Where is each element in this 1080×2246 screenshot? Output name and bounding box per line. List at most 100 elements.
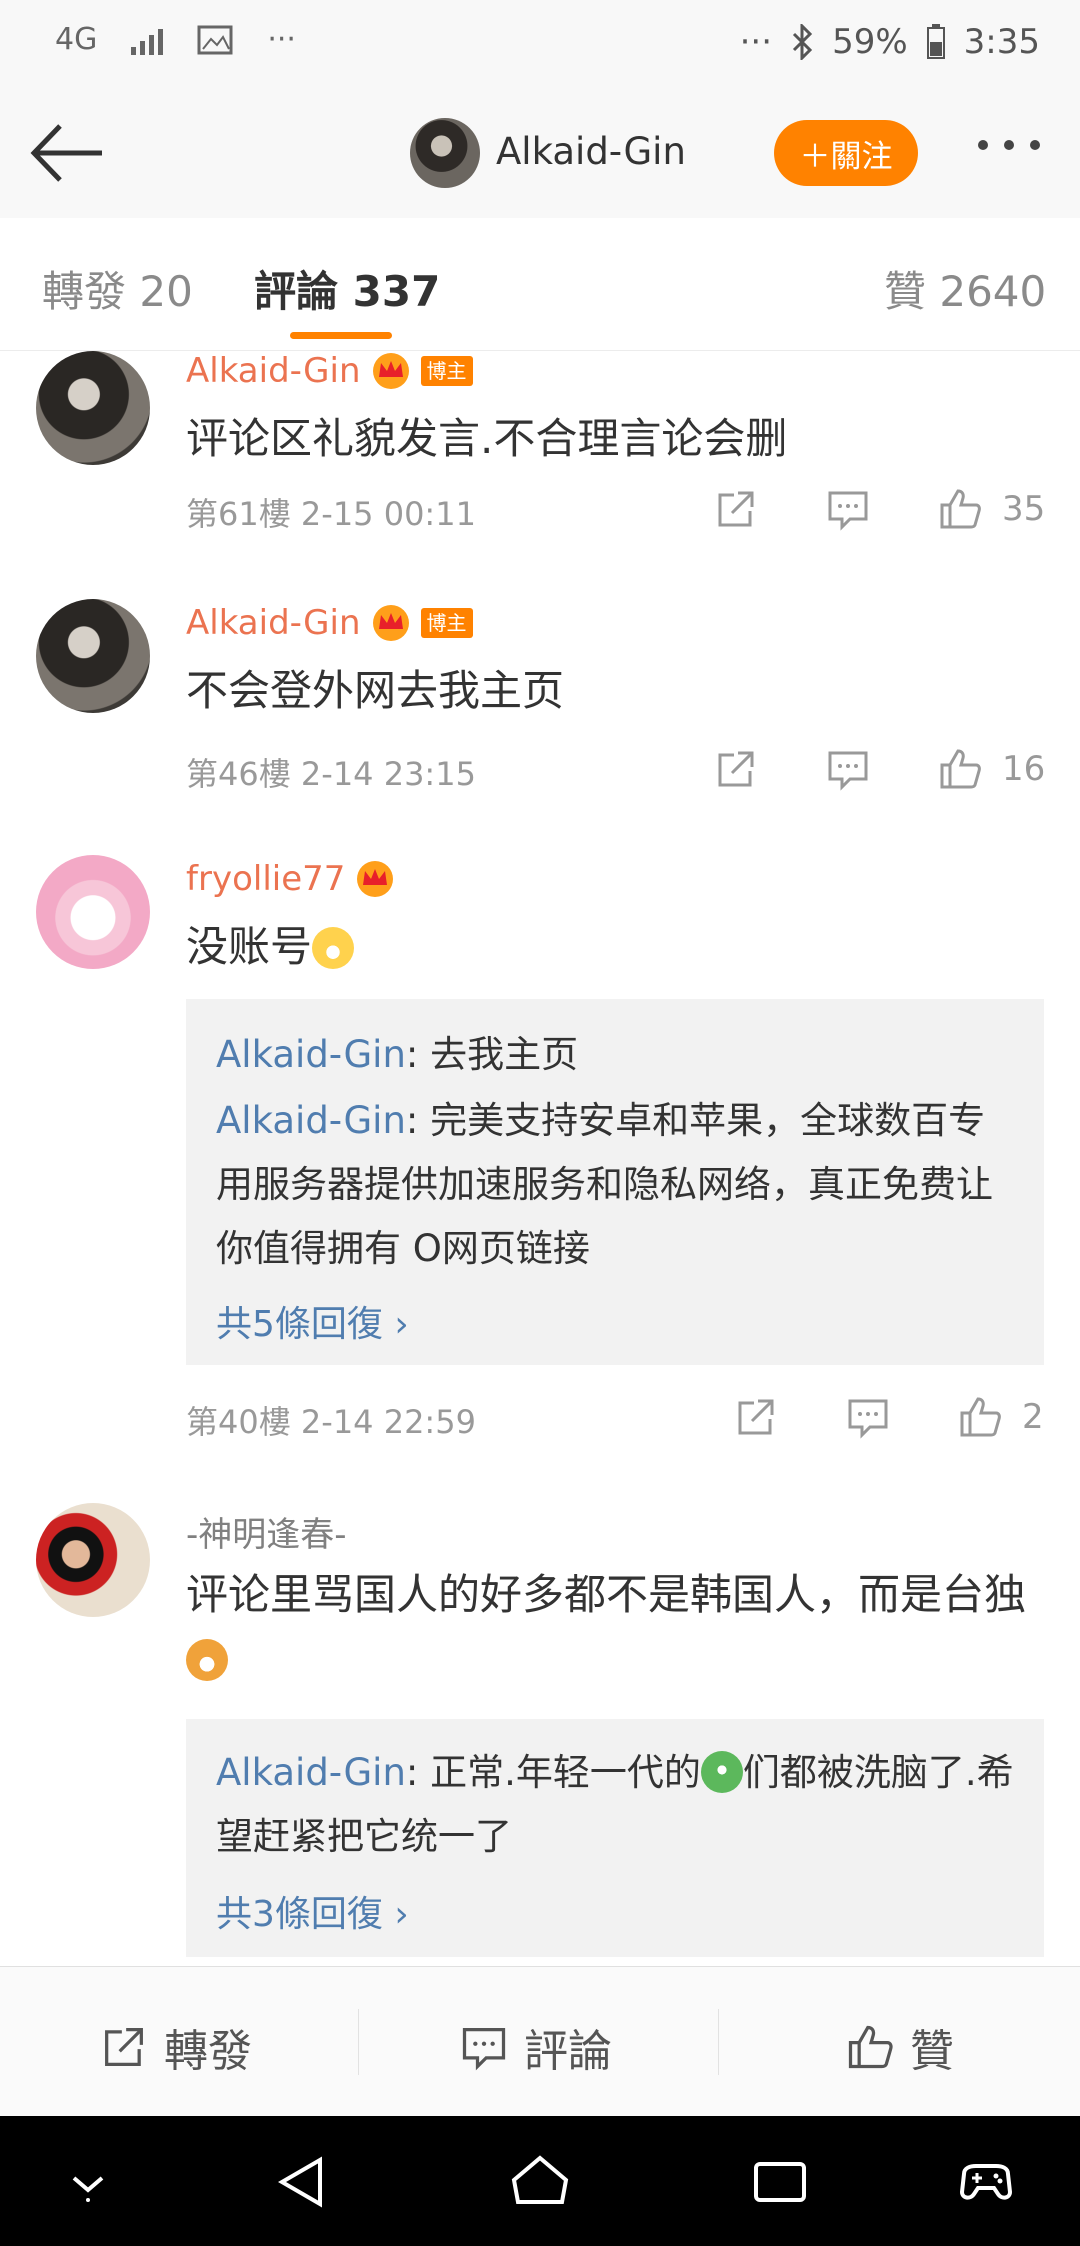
like-button[interactable]: 16 [936, 745, 1045, 793]
avatar[interactable] [36, 599, 150, 713]
reply-text: : 去我主页 [405, 1033, 579, 1076]
crown-icon [357, 861, 394, 897]
comment-user[interactable]: -神明逢春- [186, 1507, 347, 1556]
reply-user-name[interactable]: Alkaid-Gin [216, 1751, 406, 1794]
comment-floor: 第61樓 [186, 495, 291, 533]
reply-box[interactable]: Alkaid-Gin: 去我主页 Alkaid-Gin: 完美支持安卓和苹果，全… [186, 999, 1044, 1365]
comment-time: 2-14 23:15 [300, 755, 476, 793]
like-icon[interactable] [844, 2021, 896, 2073]
avatar[interactable] [36, 351, 150, 465]
comment-icon[interactable] [844, 1393, 892, 1441]
comment-icon[interactable] [824, 485, 872, 533]
network-label: 4G [55, 22, 98, 57]
like-button[interactable]: 35 [936, 485, 1045, 533]
comment-actions: 16 [712, 745, 1045, 793]
nav-home-icon[interactable] [510, 2152, 570, 2212]
reply-text: : 正常.年轻一代的 [405, 1751, 701, 1794]
back-arrow-icon[interactable] [28, 118, 108, 188]
comment-item: -神明逢春- 评论里骂国人的好多都不是韩国人，而是台独 Alkaid-Gin: … [0, 1467, 1080, 1966]
share-icon[interactable] [98, 2021, 150, 2073]
like-icon[interactable] [936, 745, 984, 793]
frog-emoji-icon [700, 1751, 743, 1793]
header-user-name[interactable]: Alkaid-Gin [496, 130, 686, 173]
follow-button[interactable]: ＋關注 [774, 120, 918, 186]
reply-box[interactable]: Alkaid-Gin: 正常.年轻一代的 们都被洗脑了.希望赶紧把它统一了 共3條… [186, 1719, 1044, 1957]
comment-user[interactable]: Alkaid-Gin 博主 [186, 351, 473, 391]
header-avatar[interactable] [410, 118, 480, 188]
comment-label: 評論 [524, 2026, 612, 2077]
comment-text: 评论里骂国人的好多都不是韩国人，而是台独 [186, 1563, 1046, 1691]
like-label: 贊 [910, 2026, 954, 2077]
comment-floor: 第40樓 [186, 1403, 291, 1441]
status-left: 4G ··· [55, 22, 296, 57]
comment-text: 评论区礼貌发言.不合理言论会删 [186, 414, 788, 463]
battery-percent: 59% [832, 22, 908, 62]
crown-icon [372, 353, 409, 389]
bottom-action-bar: 轉發 評論 贊 [0, 1966, 1080, 2117]
like-icon[interactable] [956, 1393, 1004, 1441]
comment-text: 不会登外网去我主页 [186, 666, 565, 715]
avatar[interactable] [36, 1503, 150, 1617]
like-count: 35 [1002, 489, 1046, 529]
like-button[interactable]: 2 [956, 1393, 1044, 1441]
comment-text-content: 没账号 [186, 922, 313, 971]
comment-meta: 第61樓 2-15 00:11 [186, 489, 476, 535]
system-nav-bar [0, 2116, 1080, 2246]
more-icon[interactable] [978, 140, 1040, 150]
gallery-icon [197, 25, 233, 54]
comment-user[interactable]: fryollie77 [186, 859, 395, 899]
comment-button[interactable]: 評論 [458, 2015, 612, 2079]
more-replies-link[interactable]: 共3條回復 › [216, 1885, 409, 1937]
comment-user-name[interactable]: Alkaid-Gin [186, 603, 361, 643]
tab-likes[interactable]: 贊 2640 [884, 258, 1046, 319]
repost-label: 轉發 [164, 2026, 252, 2077]
comment-actions: 35 [712, 485, 1045, 533]
comment-time: 2-14 22:59 [300, 1403, 476, 1441]
like-button-bottom[interactable]: 贊 [844, 2015, 954, 2079]
comment-time: 2-15 00:11 [300, 495, 476, 533]
comment-user-name[interactable]: Alkaid-Gin [186, 351, 361, 391]
grin-emoji-icon [312, 927, 355, 969]
like-count: 16 [1002, 749, 1046, 789]
repost-button[interactable]: 轉發 [98, 2015, 252, 2079]
tab-comments[interactable]: 評論 337 [254, 258, 440, 319]
header: Alkaid-Gin ＋關注 [0, 90, 1080, 219]
comment-actions: 2 [732, 1393, 1044, 1441]
nav-back-icon[interactable] [272, 2152, 332, 2212]
clock: 3:35 [963, 22, 1040, 62]
battery-icon [926, 24, 945, 59]
comment-user-name[interactable]: fryollie77 [186, 859, 345, 899]
share-icon[interactable] [712, 745, 760, 793]
reply-item: Alkaid-Gin: 正常.年轻一代的 们都被洗脑了.希望赶紧把它统一了 [216, 1741, 1016, 1869]
reply-item: Alkaid-Gin: 完美支持安卓和苹果，全球数百专用服务器提供加速服务和隐私… [216, 1089, 1016, 1281]
reply-item: Alkaid-Gin: 去我主页 [216, 1023, 1016, 1087]
nav-recent-icon[interactable] [750, 2152, 810, 2212]
reply-user-name[interactable]: Alkaid-Gin [216, 1099, 406, 1142]
like-icon[interactable] [936, 485, 984, 533]
game-icon[interactable] [956, 2152, 1016, 2212]
comment-icon[interactable] [458, 2021, 510, 2073]
comment-user[interactable]: Alkaid-Gin 博主 [186, 603, 473, 643]
comment-item: Alkaid-Gin 博主 评论区礼貌发言.不合理言论会删 第61樓 2-15 … [0, 351, 1080, 564]
comment-user-name[interactable]: -神明逢春- [186, 1507, 347, 1556]
comment-item: Alkaid-Gin 博主 不会登外网去我主页 第46樓 2-14 23:15 … [0, 563, 1080, 820]
signal-icon [131, 25, 164, 55]
comment-floor: 第46樓 [186, 755, 291, 793]
avatar[interactable] [36, 855, 150, 969]
host-badge: 博主 [420, 608, 473, 638]
status-bar: 4G ··· ··· 59% 3:35 [0, 0, 1080, 90]
share-icon[interactable] [712, 485, 760, 533]
share-icon[interactable] [732, 1393, 780, 1441]
tabs: 轉發 20 評論 337 贊 2640 [0, 218, 1080, 351]
divider [358, 2009, 359, 2075]
nav-down-icon[interactable] [58, 2152, 118, 2212]
tab-repost[interactable]: 轉發 20 [42, 258, 193, 319]
comment-icon[interactable] [824, 745, 872, 793]
reply-user-name[interactable]: Alkaid-Gin [216, 1033, 406, 1076]
status-right: ··· 59% 3:35 [740, 22, 1040, 62]
dog-emoji-icon [186, 1639, 228, 1681]
status-extra-right: ··· [739, 22, 773, 62]
comment-item: fryollie77 没账号 Alkaid-Gin: 去我主页 Alkaid-G… [0, 819, 1080, 1468]
more-replies-link[interactable]: 共5條回復 › [216, 1295, 409, 1347]
host-badge: 博主 [420, 356, 473, 386]
